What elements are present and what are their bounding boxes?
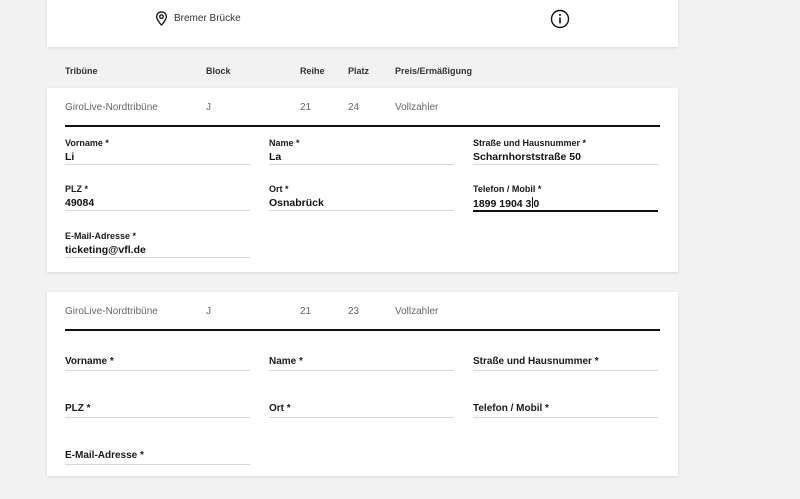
phone-label: Telefon / Mobil * xyxy=(473,184,542,194)
last-name-field[interactable]: Name * La xyxy=(269,138,454,165)
city-input[interactable]: Osnabrück xyxy=(269,197,454,210)
seat-tribune: GiroLive-Nordtribüne xyxy=(65,306,158,317)
email-input[interactable] xyxy=(65,464,250,465)
column-header-block: Block xyxy=(206,66,231,76)
last-name-field[interactable]: Name * xyxy=(269,356,454,371)
email-input[interactable]: ticketing@vfl.de xyxy=(65,244,250,257)
seat-block: J xyxy=(206,102,211,113)
seat-summary-row: GiroLive-Nordtribüne J 21 24 Vollzahler xyxy=(47,88,678,126)
zip-input[interactable]: 49084 xyxy=(65,197,250,210)
zip-label: PLZ * xyxy=(65,184,89,194)
phone-value-after-caret: 0 xyxy=(533,198,540,210)
phone-value-before-caret: 1899 1904 3 xyxy=(473,198,532,210)
phone-field[interactable]: Telefon / Mobil * xyxy=(473,403,658,418)
seat-price: Vollzahler xyxy=(395,306,439,317)
seat-row-number: 21 xyxy=(300,102,312,113)
first-name-field[interactable]: Vorname * xyxy=(65,356,250,371)
last-name-label: Name * xyxy=(269,138,300,148)
first-name-label: Vorname * xyxy=(65,356,114,367)
last-name-input[interactable]: La xyxy=(269,151,454,164)
city-label: Ort * xyxy=(269,403,291,414)
city-field[interactable]: Ort * xyxy=(269,403,454,418)
column-header-row: Reihe xyxy=(300,66,325,76)
column-header-seat: Platz xyxy=(348,66,370,76)
phone-input[interactable]: 1899 1904 30 xyxy=(473,197,658,210)
seat-card: GiroLive-Nordtribüne J 21 23 Vollzahler … xyxy=(47,292,678,476)
email-field[interactable]: E-Mail-Adresse * xyxy=(65,450,250,465)
zip-input[interactable] xyxy=(65,417,250,418)
first-name-input[interactable]: Li xyxy=(65,151,250,164)
email-label: E-Mail-Adresse * xyxy=(65,450,144,461)
venue-location: Bremer Brücke xyxy=(155,11,241,26)
seat-divider xyxy=(65,125,660,127)
street-field[interactable]: Straße und Hausnummer * Scharnhorststraß… xyxy=(473,138,658,165)
first-name-label: Vorname * xyxy=(65,138,109,148)
seat-card: GiroLive-Nordtribüne J 21 24 Vollzahler … xyxy=(47,88,678,272)
email-label: E-Mail-Adresse * xyxy=(65,231,137,241)
venue-name: Bremer Brücke xyxy=(174,13,241,24)
seat-tribune: GiroLive-Nordtribüne xyxy=(65,102,158,113)
venue-card: Bremer Brücke xyxy=(47,0,678,47)
street-label: Straße und Hausnummer * xyxy=(473,356,599,367)
column-header-price: Preis/Ermäßigung xyxy=(395,66,473,76)
phone-field[interactable]: Telefon / Mobil * 1899 1904 30 xyxy=(473,184,658,212)
street-input[interactable] xyxy=(473,370,658,371)
street-input[interactable]: Scharnhorststraße 50 xyxy=(473,151,658,164)
location-pin-icon xyxy=(155,11,168,26)
phone-input[interactable] xyxy=(473,417,658,418)
email-field[interactable]: E-Mail-Adresse * ticketing@vfl.de xyxy=(65,231,250,258)
city-input[interactable] xyxy=(269,417,454,418)
city-label: Ort * xyxy=(269,184,289,194)
last-name-label: Name * xyxy=(269,356,303,367)
zip-label: PLZ * xyxy=(65,403,91,414)
zip-field[interactable]: PLZ * xyxy=(65,403,250,418)
first-name-field[interactable]: Vorname * Li xyxy=(65,138,250,165)
first-name-input[interactable] xyxy=(65,370,250,371)
zip-field[interactable]: PLZ * 49084 xyxy=(65,184,250,211)
seat-number: 24 xyxy=(348,102,360,113)
street-field[interactable]: Straße und Hausnummer * xyxy=(473,356,658,371)
seat-summary-row: GiroLive-Nordtribüne J 21 23 Vollzahler xyxy=(47,292,678,330)
seat-number: 23 xyxy=(348,306,360,317)
info-icon[interactable] xyxy=(550,9,570,29)
city-field[interactable]: Ort * Osnabrück xyxy=(269,184,454,211)
column-header-tribune: Tribüne xyxy=(65,66,98,76)
phone-label: Telefon / Mobil * xyxy=(473,403,549,414)
seat-row-number: 21 xyxy=(300,306,312,317)
street-label: Straße und Hausnummer * xyxy=(473,138,587,148)
seat-divider xyxy=(65,329,660,331)
last-name-input[interactable] xyxy=(269,370,454,371)
seat-price: Vollzahler xyxy=(395,102,439,113)
seat-block: J xyxy=(206,306,211,317)
